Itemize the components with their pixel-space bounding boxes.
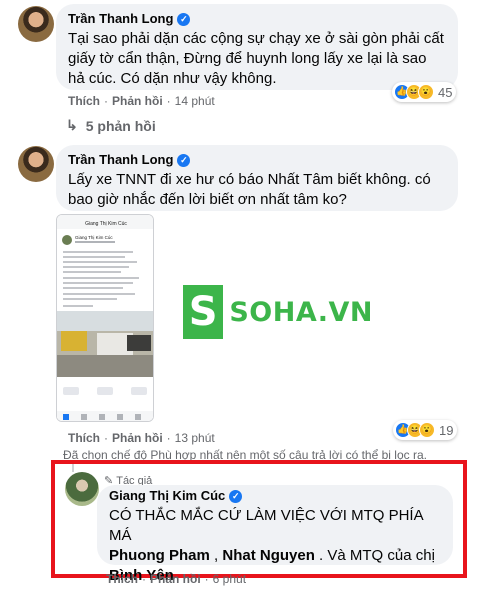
- reply-button[interactable]: Phản hồi: [112, 431, 163, 445]
- comment-bubble: Trần Thanh Long ✓ Tại sao phải dặn các c…: [56, 4, 458, 90]
- verified-badge-icon: ✓: [177, 153, 191, 167]
- phone-post-author: Giang Thị Kim Cúc: [75, 235, 113, 240]
- comment-text: Tại sao phải dặn các cộng sự chạy xe ở s…: [68, 30, 444, 87]
- like-button[interactable]: Thích: [68, 431, 100, 445]
- reaction-count: 19: [439, 422, 454, 438]
- comment-attached-screenshot[interactable]: Giang Thị Kim Cúc Giang Thị Kim Cúc: [56, 214, 154, 422]
- reply-time[interactable]: 6 phút: [213, 572, 246, 586]
- comment-time[interactable]: 14 phút: [175, 94, 215, 108]
- reply-arrow-icon: ↳: [66, 117, 78, 133]
- soha-logo-text: SOHA.VN: [229, 296, 373, 328]
- comment-actions: Thích · Phản hồi · 13 phút: [68, 431, 215, 445]
- like-button[interactable]: Thích: [68, 94, 100, 108]
- reply-author-avatar[interactable]: [65, 472, 99, 506]
- reply-button[interactable]: Phản hồi: [150, 572, 201, 586]
- commenter-avatar[interactable]: [18, 146, 54, 182]
- reaction-summary[interactable]: 👍 😆 😮 19: [393, 420, 458, 440]
- reply-bubble: Giang Thị Kim Cúc ✓ CÓ THẮC MẮC CỨ LÀM V…: [97, 485, 453, 584]
- comment-actions: Thích · Phản hồi · 14 phút: [68, 94, 215, 108]
- reaction-summary[interactable]: 👍 😆 😮 45: [392, 82, 457, 102]
- soha-watermark-logo: S SOHA.VN: [183, 282, 373, 342]
- comment-time[interactable]: 13 phút: [175, 431, 215, 445]
- mention-link[interactable]: Phuong Pham: [109, 547, 210, 564]
- comment-author[interactable]: Trần Thanh Long: [68, 152, 173, 168]
- comment-author[interactable]: Trần Thanh Long: [68, 11, 173, 27]
- like-button[interactable]: Thích: [106, 572, 138, 586]
- reaction-count: 45: [438, 84, 453, 100]
- replies-count-label: 5 phản hồi: [85, 117, 156, 134]
- soha-logo-letter: S: [183, 285, 224, 339]
- reply-author[interactable]: Giang Thị Kim Cúc: [109, 488, 225, 504]
- reply-button[interactable]: Phản hồi: [112, 94, 163, 108]
- wow-reaction-icon: 😮: [419, 422, 435, 438]
- reply-actions: Thích · Phản hồi · 6 phút: [106, 572, 247, 586]
- wow-reaction-icon: 😮: [418, 84, 434, 100]
- commenter-avatar[interactable]: [18, 6, 54, 42]
- verified-badge-icon: ✓: [177, 12, 191, 26]
- phone-screenshot-image: Giang Thị Kim Cúc Giang Thị Kim Cúc: [57, 215, 153, 421]
- verified-badge-icon: ✓: [229, 489, 243, 503]
- comment-text: Lấy xe TNNT đi xe hư có báo Nhất Tâm biế…: [68, 171, 431, 208]
- view-replies-link[interactable]: ↳ 5 phản hồi: [66, 117, 156, 134]
- phone-profile-name: Giang Thị Kim Cúc: [85, 221, 127, 227]
- mention-link[interactable]: Nhat Nguyen: [222, 547, 315, 564]
- comment-bubble: Trần Thanh Long ✓ Lấy xe TNNT đi xe hư c…: [56, 145, 458, 211]
